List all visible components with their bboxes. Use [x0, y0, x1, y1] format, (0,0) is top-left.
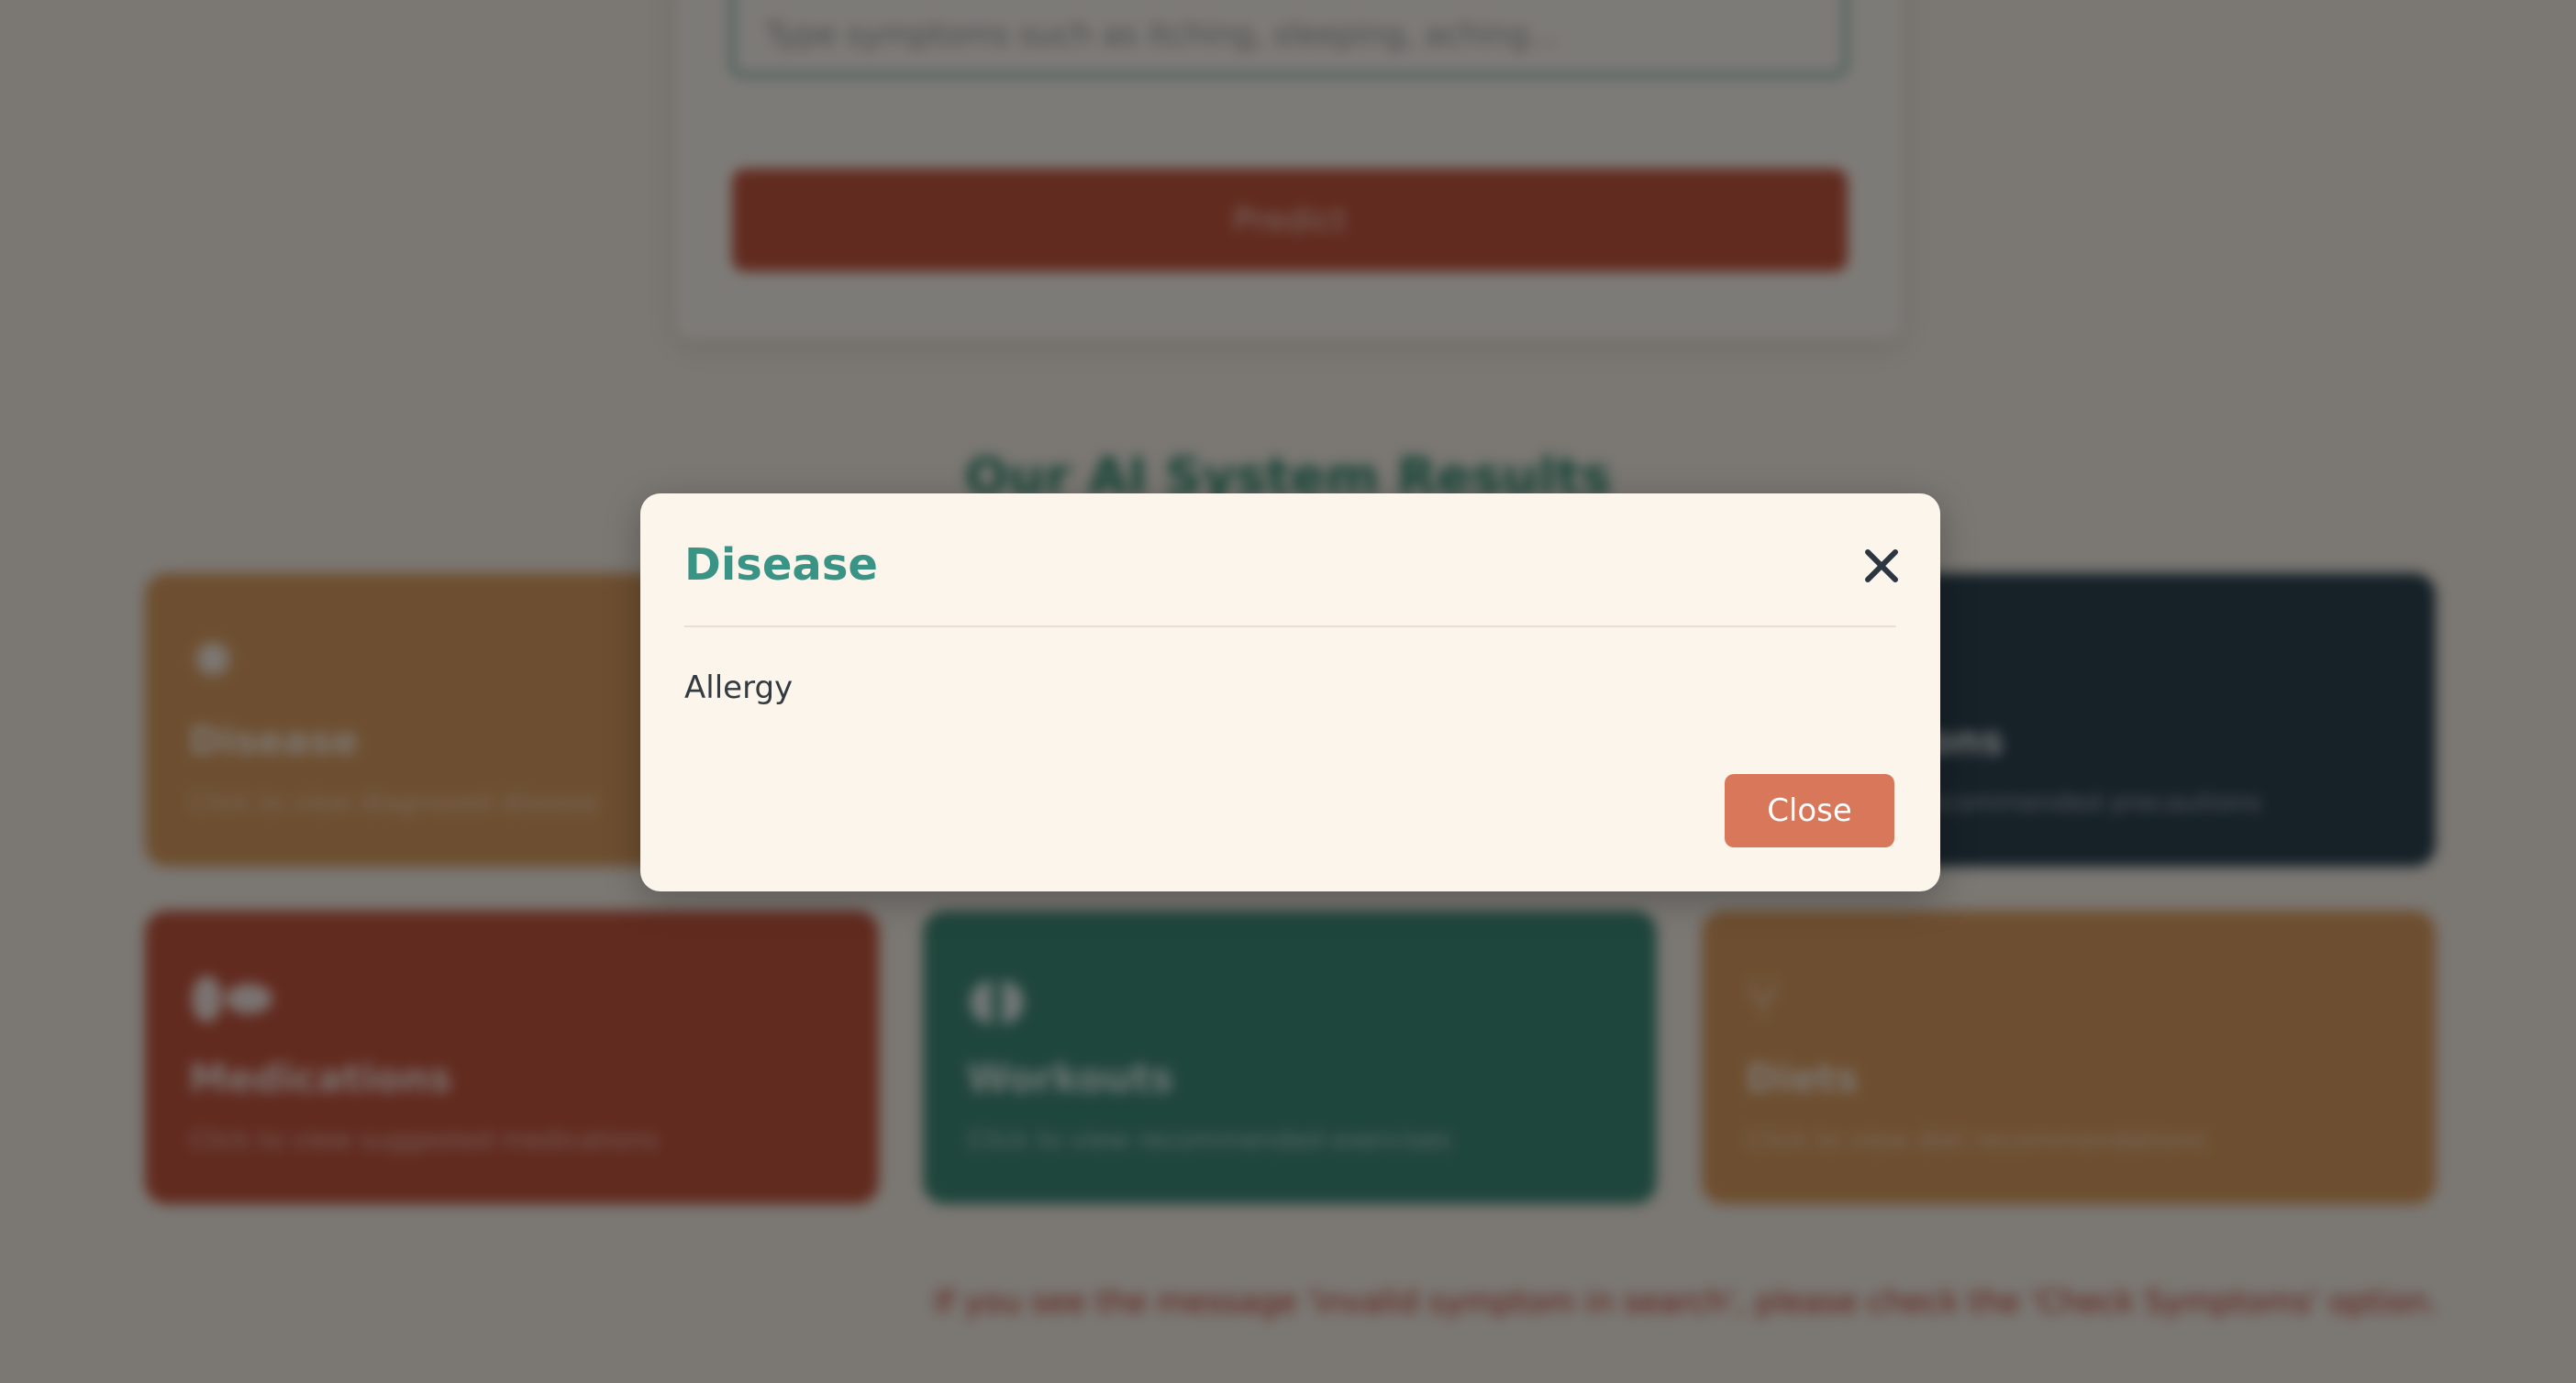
modal-body-disease-name: Allergy	[684, 669, 794, 706]
close-button[interactable]: Close	[1725, 774, 1894, 847]
close-icon[interactable]	[1860, 545, 1903, 587]
disease-modal: Disease Allergy Close	[640, 493, 1940, 891]
modal-divider	[684, 625, 1896, 627]
modal-title: Disease	[684, 539, 878, 591]
